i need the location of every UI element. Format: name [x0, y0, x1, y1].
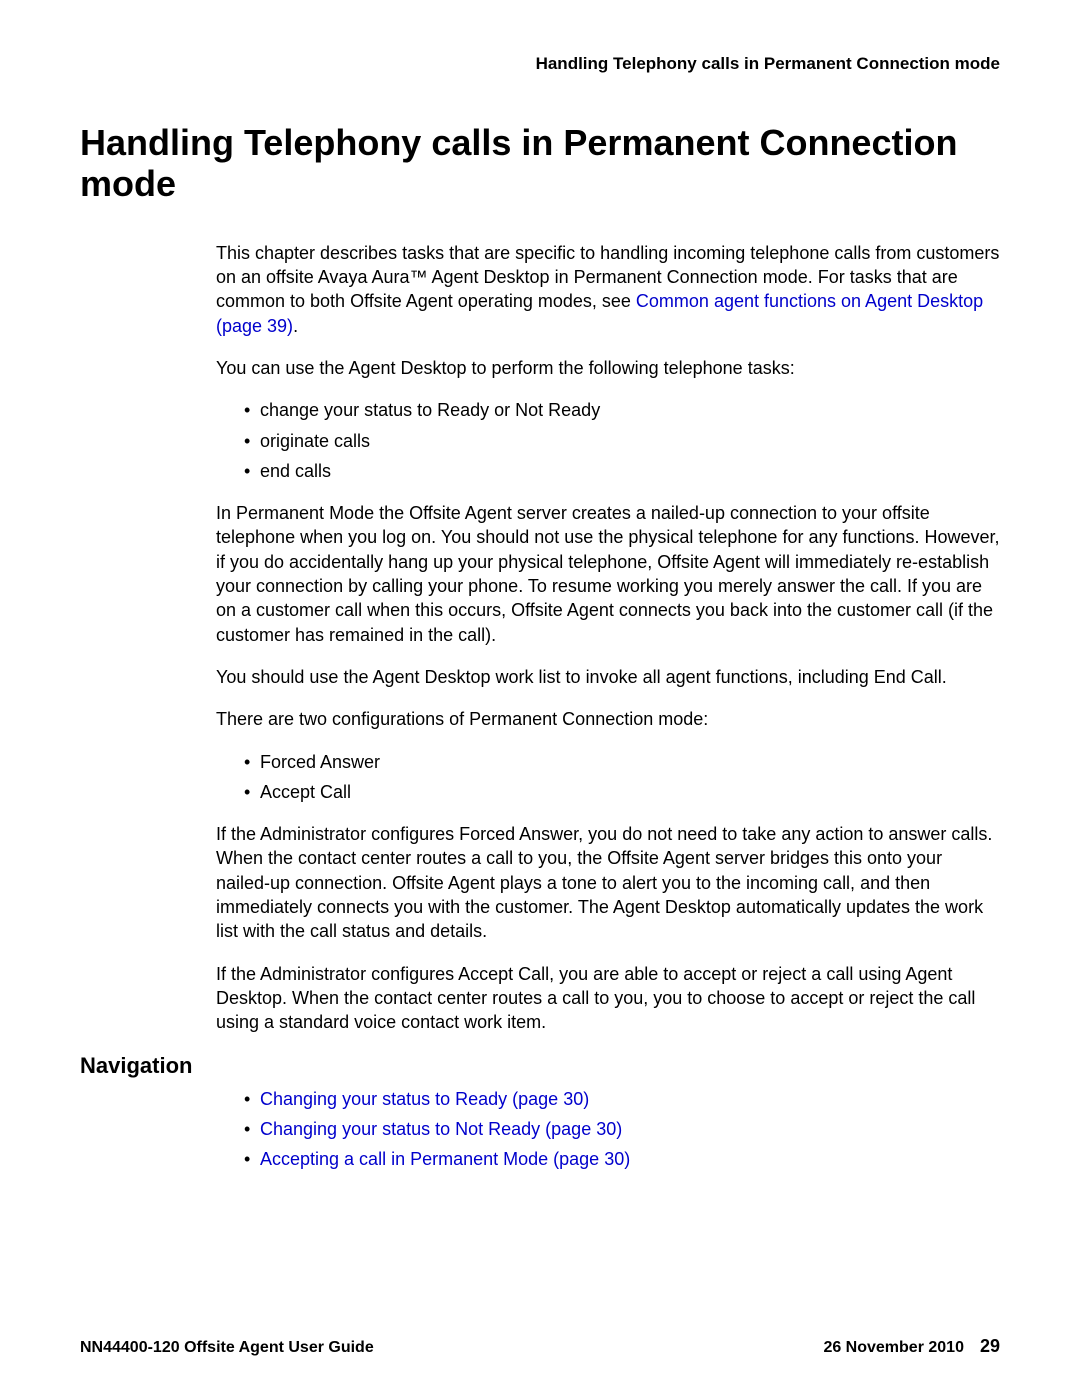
- tasks-lead: You can use the Agent Desktop to perform…: [216, 356, 1000, 380]
- page-footer: NN44400-120 Offsite Agent User Guide 26 …: [80, 1336, 1000, 1357]
- list-item: Changing your status to Ready (page 30): [244, 1087, 1000, 1111]
- list-item: originate calls: [244, 429, 1000, 453]
- running-header: Handling Telephony calls in Permanent Co…: [80, 54, 1000, 74]
- chapter-title: Handling Telephony calls in Permanent Co…: [80, 122, 1000, 205]
- link-changing-status-ready[interactable]: Changing your status to Ready (page 30): [260, 1089, 589, 1109]
- navigation-column: Changing your status to Ready (page 30) …: [216, 1087, 1000, 1172]
- tasks-list: change your status to Ready or Not Ready…: [216, 398, 1000, 483]
- permanent-mode-paragraph: In Permanent Mode the Offsite Agent serv…: [216, 501, 1000, 647]
- accept-call-paragraph: If the Administrator configures Accept C…: [216, 962, 1000, 1035]
- configs-list: Forced Answer Accept Call: [216, 750, 1000, 805]
- body-column: This chapter describes tasks that are sp…: [216, 241, 1000, 1035]
- configs-lead: There are two configurations of Permanen…: [216, 707, 1000, 731]
- footer-page-number: 29: [980, 1336, 1000, 1357]
- forced-answer-paragraph: If the Administrator configures Forced A…: [216, 822, 1000, 943]
- intro-text-2: .: [293, 316, 298, 336]
- footer-date: 26 November 2010: [823, 1339, 964, 1357]
- list-item: change your status to Ready or Not Ready: [244, 398, 1000, 422]
- list-item: Changing your status to Not Ready (page …: [244, 1117, 1000, 1141]
- list-item: end calls: [244, 459, 1000, 483]
- list-item: Accept Call: [244, 780, 1000, 804]
- footer-doc-id: NN44400-120 Offsite Agent User Guide: [80, 1339, 374, 1357]
- intro-paragraph: This chapter describes tasks that are sp…: [216, 241, 1000, 338]
- worklist-paragraph: You should use the Agent Desktop work li…: [216, 665, 1000, 689]
- navigation-list: Changing your status to Ready (page 30) …: [216, 1087, 1000, 1172]
- footer-right: 26 November 2010 29: [823, 1336, 1000, 1357]
- link-changing-status-not-ready[interactable]: Changing your status to Not Ready (page …: [260, 1119, 622, 1139]
- list-item: Accepting a call in Permanent Mode (page…: [244, 1147, 1000, 1171]
- navigation-heading: Navigation: [80, 1053, 1000, 1079]
- document-page: Handling Telephony calls in Permanent Co…: [0, 0, 1080, 1397]
- link-accepting-call-permanent[interactable]: Accepting a call in Permanent Mode (page…: [260, 1149, 630, 1169]
- list-item: Forced Answer: [244, 750, 1000, 774]
